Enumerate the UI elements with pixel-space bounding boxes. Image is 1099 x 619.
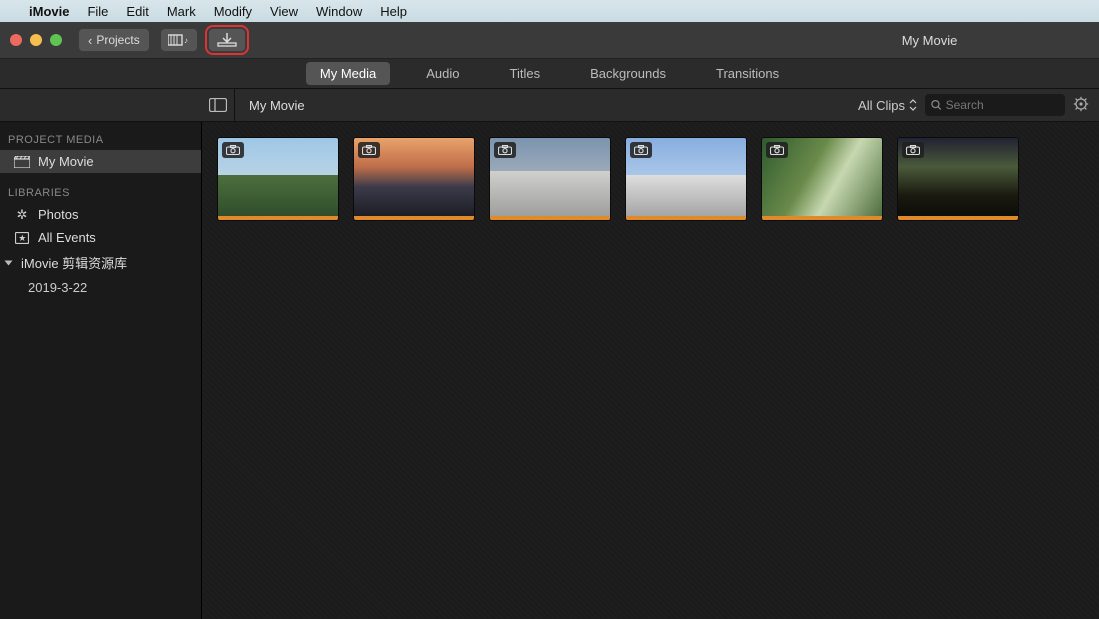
photo-badge <box>630 142 652 158</box>
svg-text:★: ★ <box>18 233 26 243</box>
sidebar-icon <box>209 98 227 112</box>
media-browser[interactable] <box>202 122 1099 619</box>
clip-thumbnail[interactable] <box>898 138 1018 220</box>
camera-icon <box>906 145 920 155</box>
browser-header: My Movie All Clips <box>0 89 1099 122</box>
clip-range-bar <box>490 216 610 220</box>
search-field[interactable] <box>925 94 1065 116</box>
tab-transitions[interactable]: Transitions <box>702 62 793 85</box>
sidebar-item-project-media[interactable]: My Movie <box>0 150 201 173</box>
search-input[interactable] <box>946 98 1059 112</box>
media-library-view-button[interactable]: ♪ <box>160 28 198 52</box>
menu-edit[interactable]: Edit <box>117 4 157 19</box>
search-icon <box>931 99 942 111</box>
clip-range-bar <box>898 216 1018 220</box>
app-menu[interactable]: iMovie <box>20 4 78 19</box>
close-window-button[interactable] <box>10 34 22 46</box>
menu-modify[interactable]: Modify <box>205 4 261 19</box>
browser-settings-button[interactable] <box>1073 96 1089 115</box>
sidebar-item-event[interactable]: 2019-3-22 <box>0 276 201 299</box>
photo-badge <box>494 142 516 158</box>
photo-badge <box>358 142 380 158</box>
sidebar-item-label: 2019-3-22 <box>28 280 87 295</box>
clip-thumbnail[interactable] <box>354 138 474 220</box>
sidebar-item-all-events[interactable]: ★ All Events <box>0 226 201 249</box>
menu-mark[interactable]: Mark <box>158 4 205 19</box>
tab-titles[interactable]: Titles <box>496 62 555 85</box>
sidebar-item-label: iMovie 剪辑资源库 <box>21 253 127 272</box>
window-toolbar: ‹ Projects ♪ My Movie <box>0 22 1099 59</box>
minimize-window-button[interactable] <box>30 34 42 46</box>
menu-help[interactable]: Help <box>371 4 416 19</box>
projects-label: Projects <box>96 33 139 47</box>
sidebar-heading-project-media: PROJECT MEDIA <box>0 128 201 150</box>
browser-tabs: My Media Audio Titles Backgrounds Transi… <box>0 59 1099 89</box>
camera-icon <box>498 145 512 155</box>
browser-title: My Movie <box>249 98 305 113</box>
sidebar-item-photos[interactable]: ✲ Photos <box>0 203 201 226</box>
clip-thumbnail[interactable] <box>626 138 746 220</box>
menu-view[interactable]: View <box>261 4 307 19</box>
sidebar-item-library[interactable]: iMovie 剪辑资源库 <box>0 249 201 276</box>
camera-icon <box>226 145 240 155</box>
photo-badge <box>902 142 924 158</box>
clip-thumbnail[interactable] <box>218 138 338 220</box>
updown-chevron-icon <box>909 99 917 111</box>
tab-my-media[interactable]: My Media <box>306 62 390 85</box>
import-down-arrow-icon <box>217 33 237 47</box>
sidebar-item-label: My Movie <box>38 154 94 169</box>
clip-filter-dropdown[interactable]: All Clips <box>858 98 917 113</box>
sidebar-item-label: Photos <box>38 207 78 222</box>
camera-icon <box>634 145 648 155</box>
gear-icon <box>1073 96 1089 112</box>
clip-thumbnail[interactable] <box>762 138 882 220</box>
clip-range-bar <box>626 216 746 220</box>
menu-window[interactable]: Window <box>307 4 371 19</box>
macos-menu-bar: iMovie File Edit Mark Modify View Window… <box>0 0 1099 22</box>
menu-file[interactable]: File <box>78 4 117 19</box>
clip-range-bar <box>354 216 474 220</box>
clip-range-bar <box>218 216 338 220</box>
camera-icon <box>362 145 376 155</box>
back-to-projects-button[interactable]: ‹ Projects <box>78 28 150 52</box>
clip-filter-label: All Clips <box>858 98 905 113</box>
star-box-icon: ★ <box>14 231 30 245</box>
clip-thumbnail[interactable] <box>490 138 610 220</box>
photos-flower-icon: ✲ <box>14 208 30 222</box>
window-controls <box>10 34 62 46</box>
photo-badge <box>222 142 244 158</box>
tab-backgrounds[interactable]: Backgrounds <box>576 62 680 85</box>
fullscreen-window-button[interactable] <box>50 34 62 46</box>
toggle-sidebar-button[interactable] <box>202 89 235 122</box>
sidebar-heading-libraries: LIBRARIES <box>0 181 201 203</box>
sidebar-item-label: All Events <box>38 230 96 245</box>
svg-text:♪: ♪ <box>184 36 188 45</box>
library-sidebar: PROJECT MEDIA My Movie LIBRARIES ✲ Photo… <box>0 122 202 619</box>
tab-audio[interactable]: Audio <box>412 62 473 85</box>
camera-icon <box>770 145 784 155</box>
disclosure-triangle-icon[interactable] <box>5 260 13 265</box>
chevron-left-icon: ‹ <box>88 34 92 47</box>
filmstrip-icon: ♪ <box>168 33 190 47</box>
photo-badge <box>766 142 788 158</box>
clip-grid <box>218 138 1083 220</box>
import-media-button[interactable] <box>208 28 246 52</box>
clapperboard-icon <box>14 155 30 169</box>
clip-range-bar <box>762 216 882 220</box>
